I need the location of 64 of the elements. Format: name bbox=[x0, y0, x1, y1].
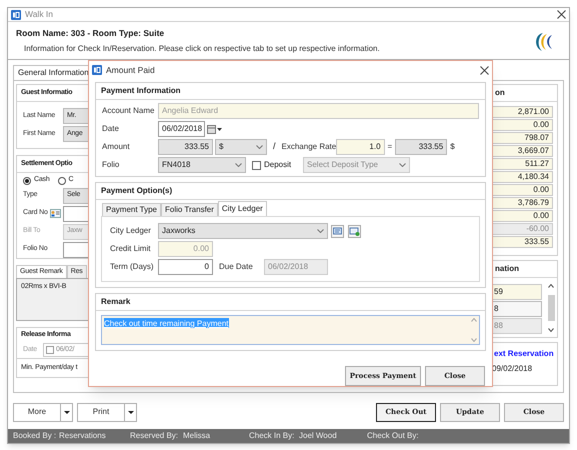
term-field[interactable]: 0 bbox=[158, 259, 213, 275]
field-label: Exchange Rate bbox=[282, 141, 336, 153]
group-title: nation bbox=[495, 263, 519, 275]
field-label: Account Name bbox=[102, 105, 156, 117]
room-title: Room Name: 303 - Room Type: Suite bbox=[16, 27, 166, 40]
tab[interactable]: Payment Type bbox=[102, 203, 161, 216]
group-title: on bbox=[495, 87, 505, 99]
checkbox[interactable] bbox=[46, 346, 54, 354]
app-icon bbox=[11, 10, 21, 20]
close-icon[interactable] bbox=[557, 10, 566, 19]
status-label: Reserved By: bbox=[130, 430, 180, 442]
caret-icon bbox=[217, 128, 222, 130]
reservation-date: 09/02/2018 bbox=[492, 363, 534, 375]
equals-sign: = bbox=[388, 141, 392, 153]
field-label: Credit Limit bbox=[110, 243, 152, 255]
converted-amount-field[interactable]: 333.55 bbox=[395, 139, 448, 155]
group-title: Remark bbox=[101, 296, 130, 308]
exchange-rate-field[interactable]: 1.0 bbox=[336, 139, 385, 155]
group-title: Payment Information bbox=[101, 85, 181, 97]
deposit-checkbox[interactable]: Deposit bbox=[252, 159, 303, 171]
add-list-icon[interactable] bbox=[348, 224, 361, 238]
field-label: Due Date bbox=[219, 261, 254, 273]
field-label: Date bbox=[102, 123, 120, 135]
caret-icon bbox=[128, 410, 134, 414]
group-title: Payment Option(s) bbox=[101, 185, 172, 197]
amount-field[interactable]: 333.55 bbox=[158, 139, 213, 155]
divider-slash: / bbox=[273, 140, 276, 154]
calendar-button[interactable] bbox=[207, 124, 222, 134]
app-icon bbox=[92, 65, 102, 75]
chevron-down-icon bbox=[235, 163, 242, 167]
field-label: City Ledger bbox=[110, 225, 152, 237]
window-title: Walk In bbox=[25, 8, 54, 21]
status-value: Melissa bbox=[183, 430, 210, 442]
folio-select[interactable]: FN4018 bbox=[158, 157, 246, 173]
date-field[interactable]: 06/02/2018 bbox=[158, 121, 205, 137]
chevron-down-icon bbox=[256, 145, 263, 149]
status-value: Reservations bbox=[59, 430, 106, 442]
split-button[interactable]: More bbox=[13, 402, 73, 422]
field-label: Amount bbox=[102, 141, 131, 153]
currency-select[interactable]: $ bbox=[215, 139, 267, 155]
chevron-down-icon bbox=[317, 229, 324, 233]
status-label: Check Out By: bbox=[367, 430, 420, 442]
scroll-up-icon[interactable] bbox=[548, 284, 554, 288]
close-icon[interactable] bbox=[480, 66, 489, 74]
scrollbar[interactable] bbox=[547, 284, 555, 332]
caret-icon bbox=[64, 410, 70, 414]
id-card-icon[interactable] bbox=[50, 209, 61, 218]
tab[interactable]: Folio Transfer bbox=[161, 203, 218, 216]
city-ledger-select[interactable]: Jaxworks bbox=[158, 223, 328, 239]
status-value: Joel Wood bbox=[299, 430, 337, 442]
tab[interactable]: City Ledger bbox=[218, 201, 267, 216]
split-button[interactable]: Print bbox=[77, 402, 137, 422]
dialog-title: Amount Paid bbox=[106, 64, 156, 76]
field-label: Term (Days) bbox=[110, 261, 155, 273]
currency-symbol: $ bbox=[450, 141, 455, 153]
search-list-icon[interactable] bbox=[331, 224, 344, 238]
chevron-down-icon bbox=[399, 163, 406, 167]
status-label: Check In By: bbox=[249, 430, 296, 442]
status-label: Booked By : bbox=[13, 430, 58, 442]
next-reservation-link[interactable]: ext Reservation bbox=[492, 348, 557, 360]
calendar-icon bbox=[207, 124, 216, 134]
scroll-down-icon[interactable] bbox=[548, 328, 554, 332]
field-label: Folio bbox=[102, 159, 120, 171]
header-subtitle: Information for Check In/Reservation. Please click on respective tab to set up respective information. bbox=[23, 42, 380, 55]
